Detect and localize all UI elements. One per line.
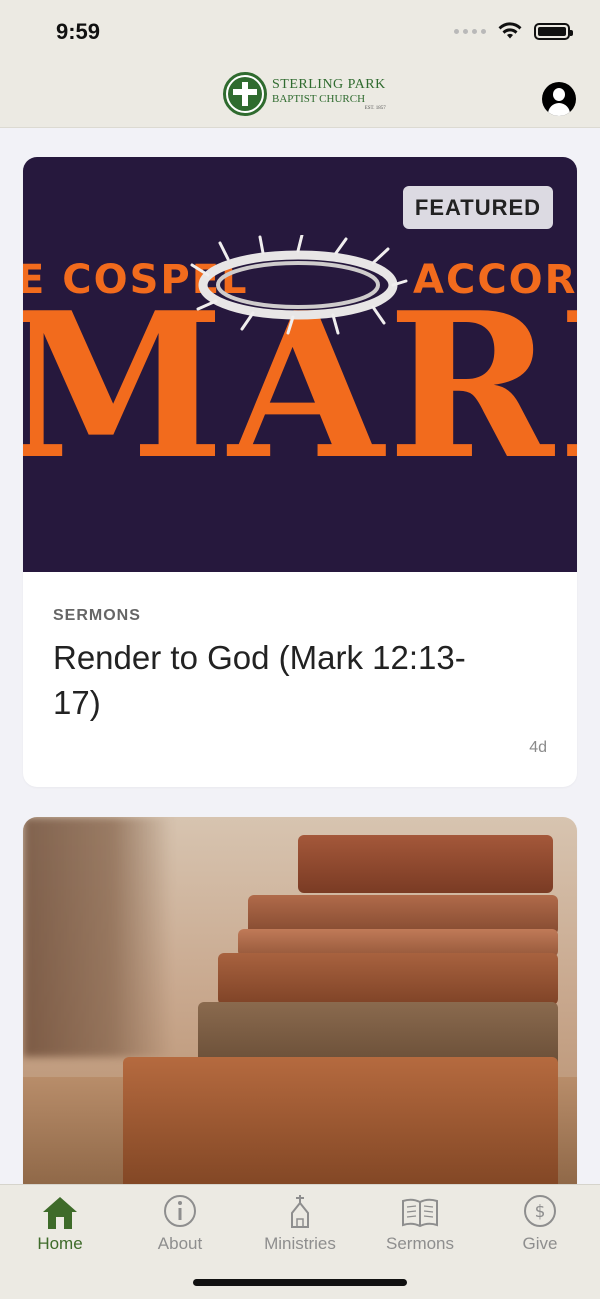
dollar-icon: $ [524, 1195, 556, 1227]
featured-badge: FEATURED [403, 186, 553, 229]
wifi-icon [498, 22, 522, 39]
tab-home-label: Home [37, 1234, 83, 1253]
tab-ministries-label: Ministries [264, 1234, 336, 1253]
home-indicator [193, 1279, 407, 1286]
tab-sermons[interactable]: Sermons [360, 1193, 480, 1263]
card-title: Render to God (Mark 12:13-17) [53, 639, 466, 721]
logo-seal [223, 72, 267, 116]
svg-text:$: $ [535, 1202, 546, 1222]
sermon-series-image: E COSPEL ACCORDIN MARK FEATURED [23, 157, 577, 572]
tab-give-label: Give [522, 1234, 558, 1253]
card-age: 4d [529, 739, 547, 756]
books-image [23, 817, 577, 1197]
signal-icon [454, 28, 486, 34]
card-category: SERMONS [53, 607, 141, 624]
featured-sermon-card[interactable]: E COSPEL ACCORDIN MARK FEATURED SERMONS … [23, 157, 577, 787]
tab-sermons-label: Sermons [385, 1234, 455, 1253]
church-logo[interactable]: STERLING PARK BAPTIST CHURCH EST. 1857 [223, 72, 386, 116]
tab-give[interactable]: $ Give [480, 1193, 600, 1263]
tab-ministries[interactable]: Ministries [240, 1193, 360, 1263]
status-time: 9:59 [56, 19, 101, 44]
content-card[interactable] [23, 817, 577, 1197]
logo-wordmark: STERLING PARK BAPTIST CHURCH EST. 1857 [272, 76, 386, 111]
top-bar: 9:59 STERLING PARK BAPTIST CHURCH EST. 1… [0, 0, 600, 128]
tab-about[interactable]: About [120, 1193, 240, 1263]
profile-icon[interactable] [542, 82, 576, 116]
church-icon [291, 1195, 309, 1228]
tab-home[interactable]: Home [0, 1193, 120, 1263]
status-icons [454, 22, 573, 40]
bible-icon [402, 1198, 438, 1228]
tab-about-label: About [157, 1234, 203, 1253]
home-icon [43, 1197, 77, 1229]
crown-of-thorns-icon [190, 235, 408, 335]
info-icon [164, 1195, 196, 1227]
battery-icon [534, 22, 573, 40]
